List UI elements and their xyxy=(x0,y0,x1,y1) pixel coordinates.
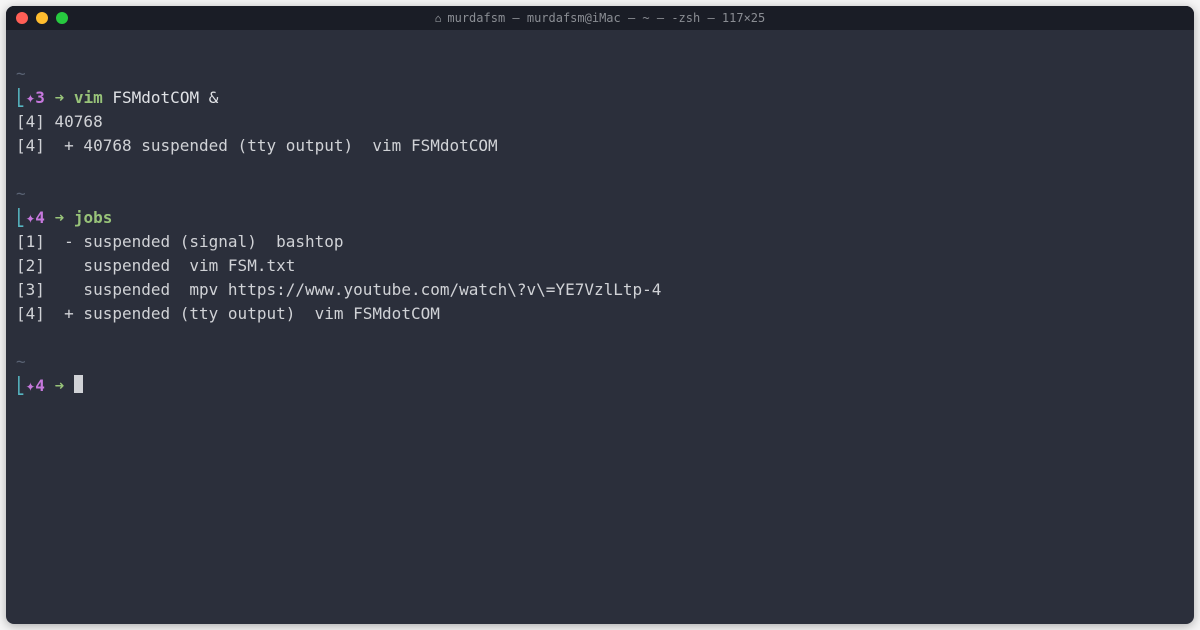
jobs-output-line: [4] + suspended (tty output) vim FSMdotC… xyxy=(16,302,1184,326)
prompt-sparkle-icon: ✦ xyxy=(26,376,36,395)
command-args: FSMdotCOM & xyxy=(103,88,219,107)
home-icon: ⌂ xyxy=(435,12,442,25)
prompt-jobs-count: 3 xyxy=(35,88,45,107)
prompt-arrow-icon: ➜ xyxy=(55,376,65,395)
tilde: ~ xyxy=(16,64,26,83)
prompt-line-2: ⎣✦4 ➜ jobs xyxy=(16,206,1184,230)
title-text: murdafsm — murdafsm@iMac — ~ — -zsh — 11… xyxy=(447,11,765,25)
titlebar: ⌂ murdafsm — murdafsm@iMac — ~ — -zsh — … xyxy=(6,6,1194,30)
maximize-icon[interactable] xyxy=(56,12,68,24)
traffic-lights xyxy=(6,12,68,24)
output-line: [4] 40768 xyxy=(16,110,1184,134)
terminal-window: ⌂ murdafsm — murdafsm@iMac — ~ — -zsh — … xyxy=(6,6,1194,624)
tilde-line: ~ xyxy=(16,350,1184,374)
tilde-line: ~ xyxy=(16,182,1184,206)
prompt-line-1: ⎣✦3 ➜ vim FSMdotCOM & xyxy=(16,86,1184,110)
cursor xyxy=(74,375,83,393)
jobs-output-line: [3] suspended mpv https://www.youtube.co… xyxy=(16,278,1184,302)
prompt-sparkle-icon: ✦ xyxy=(26,88,36,107)
output-line: [4] + 40768 suspended (tty output) vim F… xyxy=(16,134,1184,158)
tilde: ~ xyxy=(16,352,26,371)
prompt-bracket: ⎣ xyxy=(16,208,26,227)
minimize-icon[interactable] xyxy=(36,12,48,24)
terminal-body[interactable]: ~ ⎣✦3 ➜ vim FSMdotCOM & [4] 40768 [4] + … xyxy=(6,30,1194,624)
prompt-sparkle-icon: ✦ xyxy=(26,208,36,227)
prompt-jobs-count: 4 xyxy=(35,208,45,227)
prompt-bracket: ⎣ xyxy=(16,376,26,395)
command-name: vim xyxy=(74,88,103,107)
jobs-output-line: [2] suspended vim FSM.txt xyxy=(16,254,1184,278)
prompt-bracket: ⎣ xyxy=(16,88,26,107)
prompt-arrow-icon: ➜ xyxy=(55,208,65,227)
jobs-output-line: [1] - suspended (signal) bashtop xyxy=(16,230,1184,254)
prompt-jobs-count: 4 xyxy=(35,376,45,395)
tilde-line: ~ xyxy=(16,62,1184,86)
close-icon[interactable] xyxy=(16,12,28,24)
tilde: ~ xyxy=(16,184,26,203)
prompt-line-3[interactable]: ⎣✦4 ➜ xyxy=(16,374,1184,398)
command-name: jobs xyxy=(74,208,113,227)
window-title: ⌂ murdafsm — murdafsm@iMac — ~ — -zsh — … xyxy=(435,11,766,25)
prompt-arrow-icon: ➜ xyxy=(55,88,65,107)
